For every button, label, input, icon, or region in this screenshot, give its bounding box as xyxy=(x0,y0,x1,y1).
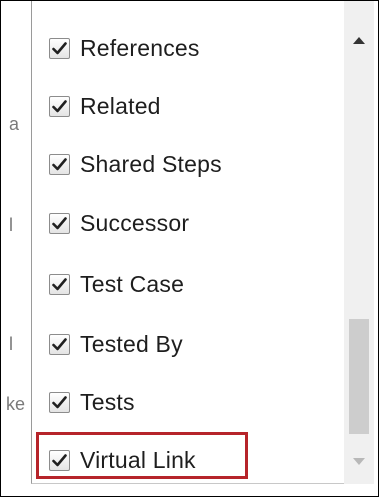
checkbox-checked-icon[interactable] xyxy=(49,391,70,413)
background-text-fragment: ke xyxy=(6,394,26,414)
item-label: Successor xyxy=(80,209,190,236)
list-item-successor[interactable]: Successor xyxy=(49,206,189,240)
item-label: References xyxy=(80,34,200,61)
window-frame: a l l ke References Related Shared Steps… xyxy=(0,0,379,497)
item-label: Related xyxy=(80,92,161,119)
checkbox-checked-icon[interactable] xyxy=(49,37,70,59)
list-item-tested-by[interactable]: Tested By xyxy=(49,327,183,361)
checkbox-checked-icon[interactable] xyxy=(49,212,70,234)
background-text-fragment: l xyxy=(9,334,13,354)
background-text-fragment: l xyxy=(9,215,13,235)
list-item-tests[interactable]: Tests xyxy=(49,385,135,419)
vertical-scrollbar[interactable] xyxy=(344,1,374,484)
list-item-related[interactable]: Related xyxy=(49,89,161,123)
scroll-up-arrow-icon[interactable] xyxy=(353,37,365,44)
checkbox-checked-icon[interactable] xyxy=(49,333,70,355)
checkbox-checked-icon[interactable] xyxy=(49,273,70,295)
background-text-fragment: a xyxy=(9,114,20,134)
scrollbar-thumb[interactable] xyxy=(349,319,369,434)
item-label: Tested By xyxy=(80,330,183,357)
list-item-shared-steps[interactable]: Shared Steps xyxy=(49,147,222,181)
link-type-list: References Related Shared Steps Successo… xyxy=(32,1,330,484)
list-item-references[interactable]: References xyxy=(49,31,200,65)
scroll-down-arrow-icon[interactable] xyxy=(353,458,365,465)
list-item-test-case[interactable]: Test Case xyxy=(49,267,184,301)
link-type-dropdown: References Related Shared Steps Successo… xyxy=(31,1,374,484)
checkbox-checked-icon[interactable] xyxy=(49,153,70,175)
highlight-box xyxy=(36,432,248,479)
checkbox-checked-icon[interactable] xyxy=(49,95,70,117)
item-label: Test Case xyxy=(80,270,185,297)
item-label: Shared Steps xyxy=(80,150,222,177)
item-label: Tests xyxy=(80,388,135,415)
